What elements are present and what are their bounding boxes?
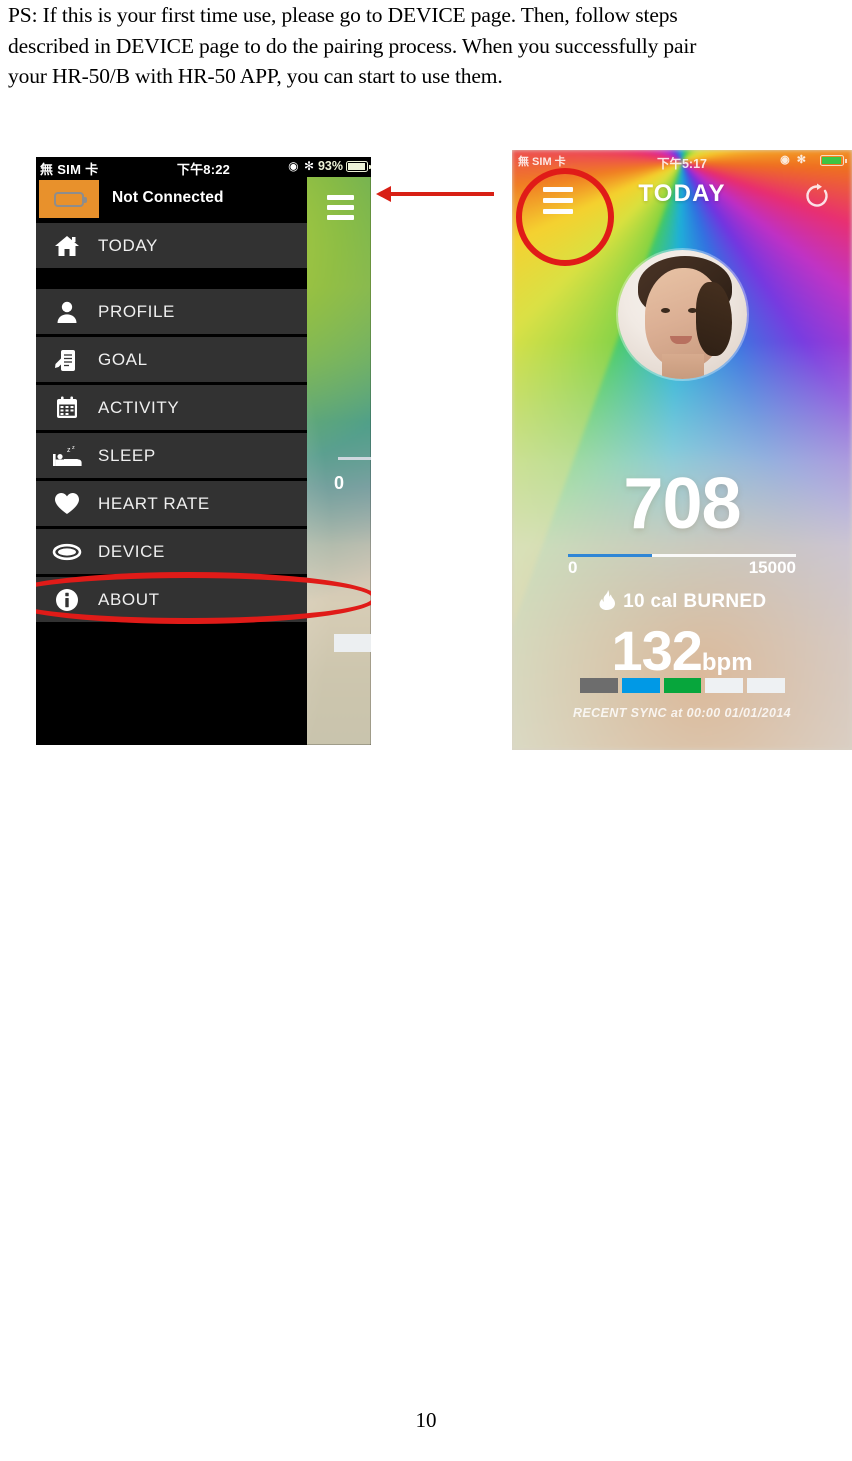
steps-min-label-peek: 0 xyxy=(334,473,345,493)
sidebar-item-label: ACTIVITY xyxy=(98,397,180,417)
intro-paragraph: PS: If this is your first time use, plea… xyxy=(8,0,844,92)
bed-icon: z z xyxy=(36,444,98,468)
zone-segment xyxy=(747,678,785,693)
paragraph-line: PS: If this is your first time use, plea… xyxy=(8,3,678,27)
annotation-ellipse-device xyxy=(36,572,371,624)
connection-status-label: Not Connected xyxy=(112,189,224,206)
calories-row: 10 cal BURNED xyxy=(512,590,852,616)
steps-min-label: 0 xyxy=(568,558,578,577)
figure-screenshots: 0 無 SIM 卡 下午8:22 ◉ ✻ 93% Not Connected T xyxy=(0,140,852,760)
device-status-badge[interactable] xyxy=(39,180,99,218)
calendar-icon xyxy=(36,396,98,420)
annotation-arrow-left xyxy=(376,186,494,202)
left-phone-screenshot: 0 無 SIM 卡 下午8:22 ◉ ✻ 93% Not Connected T xyxy=(36,157,371,745)
sidebar-item-today[interactable]: TODAY xyxy=(36,223,307,268)
heart-rate-zone-bar xyxy=(580,678,785,693)
steps-max-label: 15000 xyxy=(748,558,796,577)
sidebar-item-label: SLEEP xyxy=(98,445,156,465)
right-phone-screenshot: 無 SIM 卡 下午5:17 ◉ ✻ TODAY 708 0 15000 10 … xyxy=(512,150,852,750)
wristband-icon xyxy=(36,542,98,562)
sidebar-item-label: HEART RATE xyxy=(98,493,210,513)
svg-text:z: z xyxy=(72,445,75,451)
sidebar-item-profile[interactable]: PROFILE xyxy=(36,289,307,334)
goal-document-icon xyxy=(36,348,98,372)
avatar[interactable] xyxy=(618,250,747,379)
status-icons: ◉ ✻ xyxy=(780,154,808,166)
status-icons: ◉ ✻ xyxy=(288,159,315,173)
drawer-header: Not Connected xyxy=(36,177,307,223)
svg-text:z: z xyxy=(67,447,71,454)
battery-icon xyxy=(346,161,371,172)
sidebar-item-heart-rate[interactable]: HEART RATE xyxy=(36,481,307,526)
person-icon xyxy=(36,300,98,324)
battery-icon xyxy=(54,191,87,207)
heart-rate-unit: bpm xyxy=(701,649,753,676)
battery-icon xyxy=(820,155,847,166)
paragraph-line: described in DEVICE page to do the pairi… xyxy=(8,33,697,58)
steps-value: 708 xyxy=(623,464,741,544)
sidebar-item-sleep[interactable]: z z SLEEP xyxy=(36,433,307,478)
heart-rate-value: 132 xyxy=(611,619,702,682)
zone-segment xyxy=(580,678,618,693)
sidebar-item-label: GOAL xyxy=(98,349,148,369)
recent-sync-label: RECENT SYNC at 00:00 01/01/2014 xyxy=(572,706,792,720)
heart-zone-bar-peek xyxy=(334,634,371,652)
steps-progress-fill xyxy=(568,554,653,557)
heart-icon xyxy=(36,492,98,515)
sidebar-item-activity[interactable]: ACTIVITY xyxy=(36,385,307,430)
calories-label: 10 cal BURNED xyxy=(623,591,767,612)
zone-segment xyxy=(705,678,744,693)
flame-icon xyxy=(598,590,617,616)
hamburger-icon[interactable] xyxy=(327,195,354,225)
steps-progress-bar xyxy=(568,554,796,557)
zone-segment xyxy=(663,678,702,693)
sidebar-item-label: DEVICE xyxy=(98,541,165,561)
refresh-icon[interactable] xyxy=(804,183,830,214)
annotation-circle-hamburger xyxy=(516,168,614,266)
paragraph-line: your HR-50/B with HR-50 APP, you can sta… xyxy=(8,64,503,88)
home-icon xyxy=(36,234,98,258)
sidebar-item-label: PROFILE xyxy=(98,301,175,321)
zone-segment xyxy=(621,678,660,693)
page-number: 10 xyxy=(415,1408,437,1432)
progress-track-peek xyxy=(338,457,371,460)
left-status-bar: 無 SIM 卡 下午8:22 ◉ ✻ 93% xyxy=(36,157,371,177)
navigation-drawer: Not Connected TODAY PROFILE GOAL ACTIVIT… xyxy=(36,177,307,745)
sidebar-item-device[interactable]: DEVICE xyxy=(36,529,307,574)
sidebar-item-goal[interactable]: GOAL xyxy=(36,337,307,382)
sidebar-item-label: TODAY xyxy=(98,235,158,255)
battery-percent-label: 93% xyxy=(317,159,343,173)
